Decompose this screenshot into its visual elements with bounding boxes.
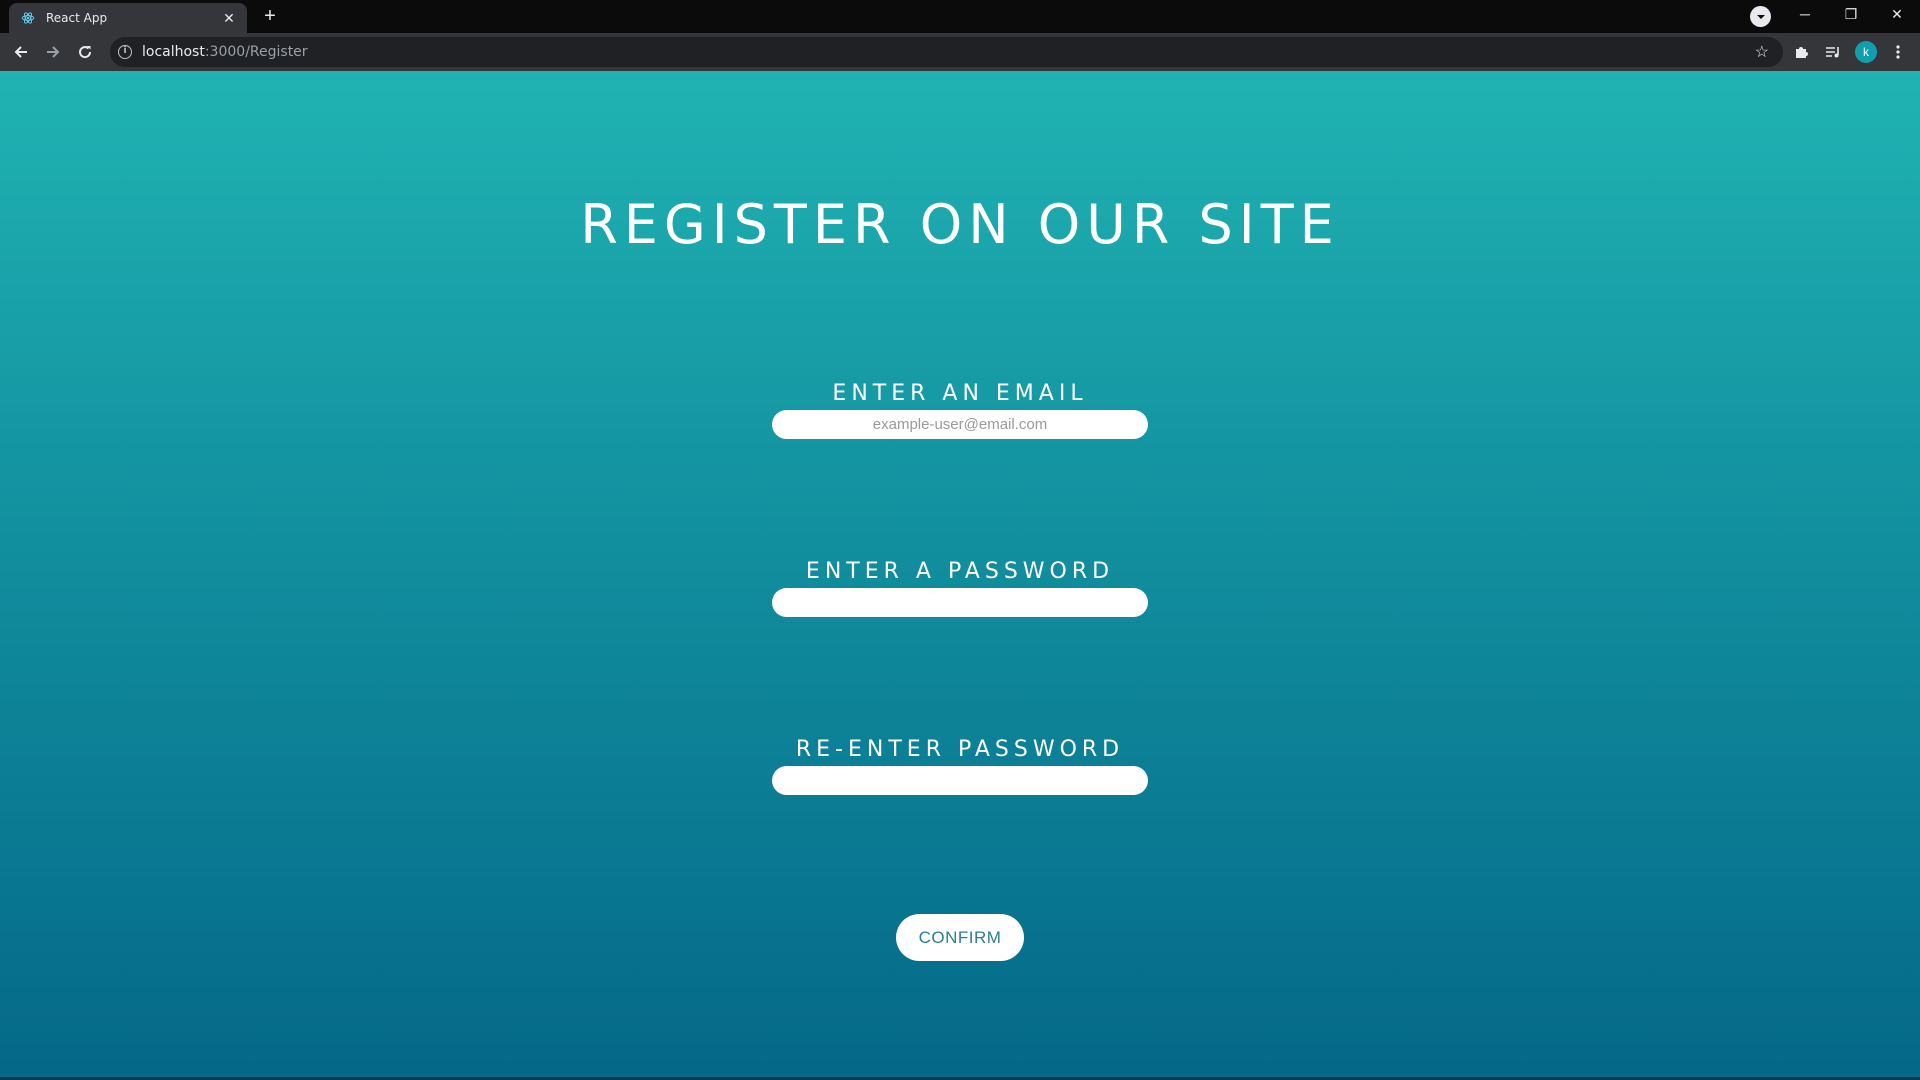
minimize-button[interactable]: ─ xyxy=(1782,0,1828,30)
close-window-button[interactable]: ✕ xyxy=(1874,0,1920,30)
email-field-group: ENTER AN EMAIL xyxy=(772,381,1148,439)
tab-title: React App xyxy=(46,11,108,25)
password-field-group: ENTER A PASSWORD xyxy=(772,559,1148,617)
reload-icon[interactable] xyxy=(73,40,97,64)
media-icon[interactable] xyxy=(1821,40,1845,64)
address-bar[interactable]: i localhost:3000/Register ☆ xyxy=(110,37,1783,67)
forward-icon[interactable] xyxy=(41,40,65,64)
tab-react-app[interactable]: React App ✕ xyxy=(9,3,247,33)
confirm-button[interactable]: CONFIRM xyxy=(896,914,1024,961)
password-field[interactable] xyxy=(772,588,1148,617)
restore-button[interactable]: ❐ xyxy=(1828,0,1874,30)
tab-strip: React App ✕ + ─ ❐ ✕ xyxy=(0,0,1920,33)
browser-toolbar: i localhost:3000/Register ☆ k xyxy=(0,33,1920,71)
register-page: REGISTER ON OUR SITE ENTER AN EMAIL ENTE… xyxy=(0,71,1920,1080)
password-label: ENTER A PASSWORD xyxy=(805,559,1115,584)
confirm-password-label: RE-ENTER PASSWORD xyxy=(795,737,1125,762)
page-title: REGISTER ON OUR SITE xyxy=(580,193,1340,256)
menu-icon[interactable] xyxy=(1886,40,1910,64)
confirm-password-field-group: RE-ENTER PASSWORD xyxy=(772,737,1148,795)
extensions-icon[interactable] xyxy=(1789,40,1813,64)
profile-dropdown-icon[interactable] xyxy=(1750,6,1771,27)
avatar[interactable]: k xyxy=(1855,41,1877,63)
email-label: ENTER AN EMAIL xyxy=(832,381,1088,406)
back-icon[interactable] xyxy=(9,40,33,64)
star-icon[interactable]: ☆ xyxy=(1755,42,1769,62)
tab-close-icon[interactable]: ✕ xyxy=(220,9,238,27)
email-field[interactable] xyxy=(772,410,1148,439)
react-favicon-icon xyxy=(20,10,36,26)
info-icon[interactable]: i xyxy=(118,45,132,59)
url-text: localhost:3000/Register xyxy=(142,44,308,60)
new-tab-button[interactable]: + xyxy=(258,5,282,29)
confirm-password-field[interactable] xyxy=(772,766,1148,795)
